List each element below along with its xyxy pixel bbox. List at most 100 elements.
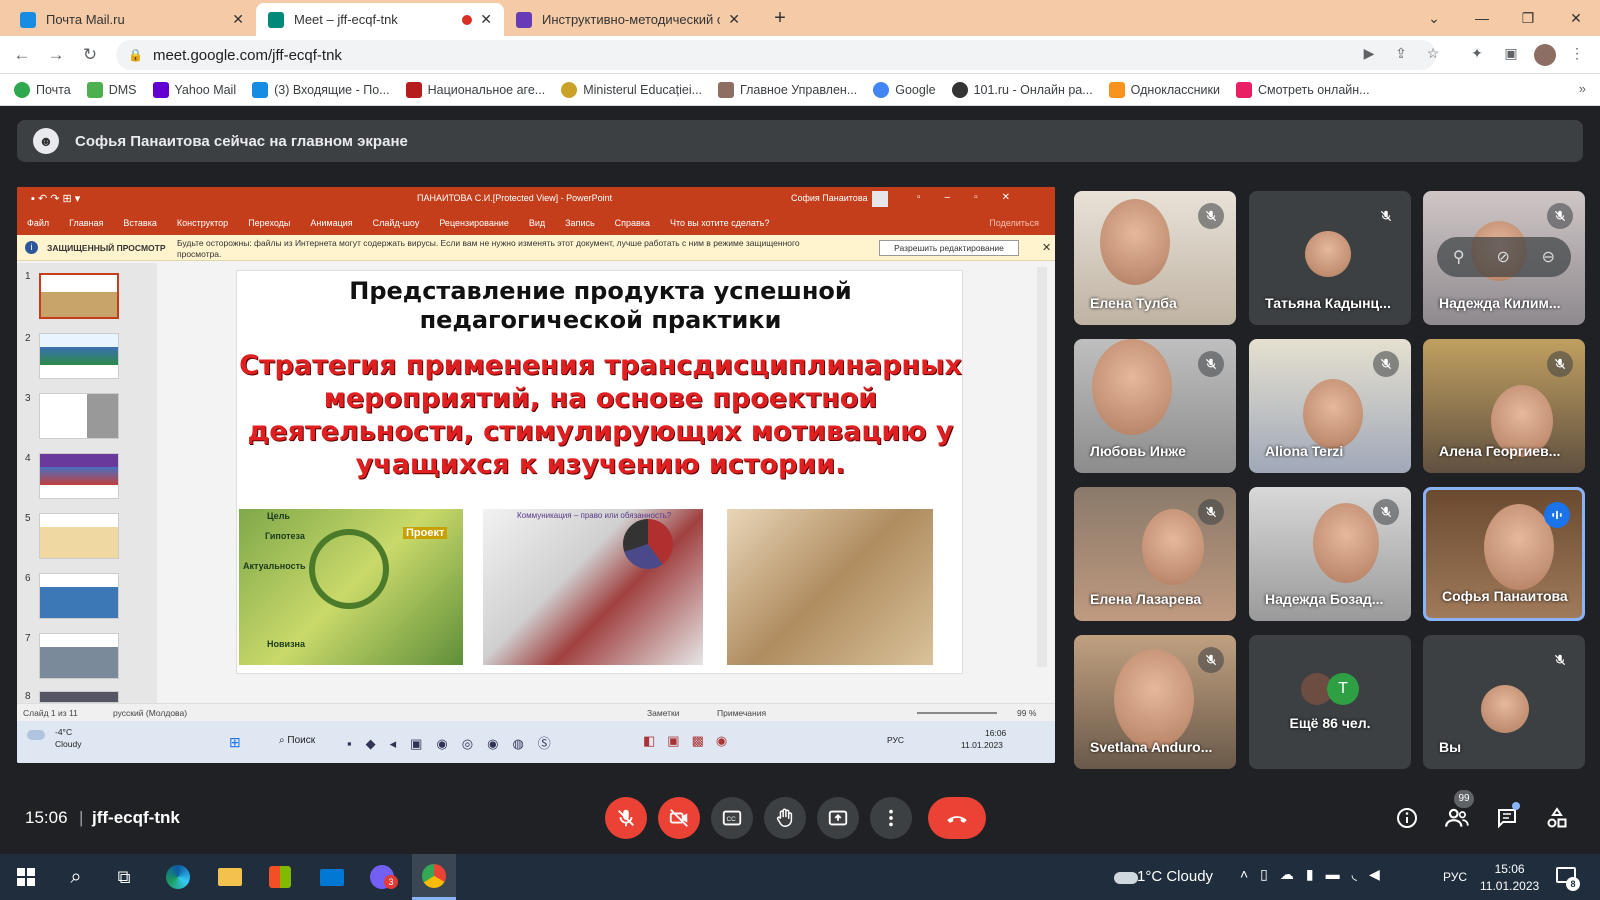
chrome-button[interactable]	[412, 854, 456, 900]
store-button[interactable]	[266, 863, 294, 891]
new-tab-button[interactable]: +	[760, 4, 800, 32]
viber-badge: 3	[384, 875, 398, 889]
chat-button[interactable]	[1494, 802, 1520, 831]
captions-button[interactable]: CC	[711, 797, 753, 839]
people-button[interactable]: 99	[1444, 790, 1474, 831]
bookmarks-bar: Почта DMS Yahoo Mail (3) Входящие - По..…	[0, 74, 1600, 106]
remove-icon[interactable]: ⊖	[1542, 247, 1555, 267]
slide-thumb	[39, 633, 119, 679]
slide-thumb	[39, 273, 119, 319]
slide-thumb	[39, 573, 119, 619]
forward-button[interactable]: →	[46, 45, 66, 65]
tab-mail[interactable]: Почта Mail.ru ✕	[8, 3, 256, 36]
enable-editing-button: Разрешить редактирование	[879, 240, 1019, 256]
save-icon: ▪ ↶ ↷ ⊞ ▾	[31, 193, 81, 205]
participant-tile[interactable]: Надежда Бозад...	[1249, 487, 1411, 621]
bookmark-item[interactable]: Google	[873, 81, 936, 98]
leave-call-button[interactable]	[928, 797, 986, 839]
close-icon[interactable]: ✕	[728, 11, 740, 28]
bookmark-item[interactable]: Главное Управлен...	[718, 81, 857, 98]
more-bookmarks-icon[interactable]: »	[1579, 81, 1586, 96]
windows-start-button[interactable]	[12, 863, 40, 891]
profile-avatar[interactable]	[1534, 44, 1556, 66]
more-vert-icon	[889, 809, 893, 827]
pin-icon[interactable]: ⚲	[1453, 247, 1465, 267]
bookmark-item[interactable]: 101.ru - Онлайн ра...	[951, 81, 1093, 98]
bookmark-item[interactable]: (3) Входящие - По...	[252, 81, 390, 98]
reload-button[interactable]: ↻	[80, 45, 100, 65]
file-explorer-button[interactable]	[216, 863, 244, 891]
activities-button[interactable]	[1544, 805, 1570, 831]
bookmark-item[interactable]: Почта	[14, 81, 71, 98]
collage-label: Новизна	[267, 639, 305, 649]
participant-tile[interactable]: Елена Лазарева	[1074, 487, 1236, 621]
viber-button[interactable]: 3	[368, 863, 398, 891]
tray-icons[interactable]: ˄▯☁▮▬◟◀	[1240, 866, 1392, 883]
clock[interactable]: 15:06 11.01.2023	[1480, 861, 1539, 895]
ribbon-tab: Рецензирование	[439, 218, 509, 228]
inner-time: 16:06	[985, 728, 1007, 738]
lock-icon: 🔒	[128, 48, 143, 62]
task-view-icon[interactable]: ⧉	[110, 863, 138, 891]
tab-instructive[interactable]: Инструктивно-методический се ✕	[504, 3, 752, 36]
inner-lang: РУС	[887, 735, 905, 745]
participant-tile[interactable]: Надежда Килим... ⚲ ⊘ ⊖	[1423, 191, 1585, 325]
notifications-button[interactable]: 8	[1556, 865, 1580, 891]
tab-title: Почта Mail.ru	[46, 12, 125, 27]
menu-dots-icon[interactable]: ⋮	[1568, 45, 1586, 63]
tab-search-chevron-icon[interactable]: ⌄	[1414, 4, 1454, 32]
url-field[interactable]: 🔒 meet.google.com/jff-ecqf-tnk	[116, 40, 1436, 70]
raise-hand-button[interactable]	[764, 797, 806, 839]
close-icon[interactable]: ✕	[232, 11, 244, 28]
slide-collage-image: Цель Гипотеза Актуальность Новизна Проек…	[239, 509, 463, 665]
side-panel-icon[interactable]: ▣	[1502, 45, 1520, 63]
edge-button[interactable]	[164, 863, 192, 891]
camera-off-icon	[669, 809, 688, 827]
participant-tile[interactable]: Алена Георгиев...	[1423, 339, 1585, 473]
bookmark-item[interactable]: DMS	[86, 81, 137, 98]
search-icon[interactable]: ⌕	[62, 863, 90, 891]
participant-tile[interactable]: Софья Панаитова	[1423, 487, 1585, 621]
bookmark-star-icon[interactable]: ☆	[1424, 45, 1442, 63]
share-icon[interactable]: ⇪	[1392, 45, 1410, 63]
meeting-details-button[interactable]	[1394, 805, 1420, 831]
mail-button[interactable]	[318, 863, 346, 891]
bookmark-item[interactable]: Смотреть онлайн...	[1235, 81, 1370, 98]
thumb-number: 8	[25, 691, 31, 702]
participant-tile[interactable]: T Ещё 86 чел.	[1249, 635, 1411, 769]
camera-indicator-icon[interactable]: ▶	[1360, 45, 1378, 63]
mic-off-icon	[1198, 499, 1224, 525]
close-icon[interactable]: ✕	[480, 11, 492, 28]
tab-meet[interactable]: Meet – jff-ecqf-tnk ✕	[256, 3, 504, 36]
extensions-icon[interactable]: ✦	[1468, 45, 1486, 63]
separator: |	[79, 808, 84, 827]
tile-hover-controls[interactable]: ⚲ ⊘ ⊖	[1437, 237, 1571, 277]
participant-tile[interactable]: Елена Тулба	[1074, 191, 1236, 325]
bookmark-item[interactable]: Yahoo Mail	[152, 81, 236, 98]
participant-tile[interactable]: Svetlana Anduro...	[1074, 635, 1236, 769]
participant-tile[interactable]: Любовь Инже	[1074, 339, 1236, 473]
bookmark-item[interactable]: Одноклассники	[1108, 81, 1220, 98]
windows-start-icon: ⊞	[229, 734, 241, 750]
mic-off-icon	[1198, 203, 1224, 229]
weather-text[interactable]: 1°C Cloudy	[1137, 868, 1213, 885]
participant-tile[interactable]: Татьяна Кадынц...	[1249, 191, 1411, 325]
minimize-button[interactable]: —	[1462, 4, 1502, 32]
protected-message: Будьте осторожны: файлы из Интернета мог…	[177, 238, 800, 259]
chat-dot	[1512, 802, 1520, 810]
bookmark-item[interactable]: Ministerul Educației...	[561, 81, 702, 98]
input-language[interactable]: РУС	[1443, 870, 1467, 884]
ribbon-tab: Слайд-шоу	[372, 218, 420, 228]
mute-icon[interactable]: ⊘	[1496, 247, 1509, 267]
camera-off-button[interactable]	[658, 797, 700, 839]
close-window-button[interactable]: ✕	[1556, 4, 1596, 32]
participant-tile[interactable]: Вы	[1423, 635, 1585, 769]
back-button[interactable]: ←	[12, 45, 32, 65]
bookmark-item[interactable]: Национальное аге...	[405, 81, 545, 98]
mic-off-button[interactable]	[605, 797, 647, 839]
bookmark-icon	[14, 81, 30, 98]
participant-tile[interactable]: Aliona Terzi	[1249, 339, 1411, 473]
restore-button[interactable]: ❐	[1508, 4, 1548, 32]
more-options-button[interactable]	[870, 797, 912, 839]
present-now-button[interactable]	[817, 797, 859, 839]
